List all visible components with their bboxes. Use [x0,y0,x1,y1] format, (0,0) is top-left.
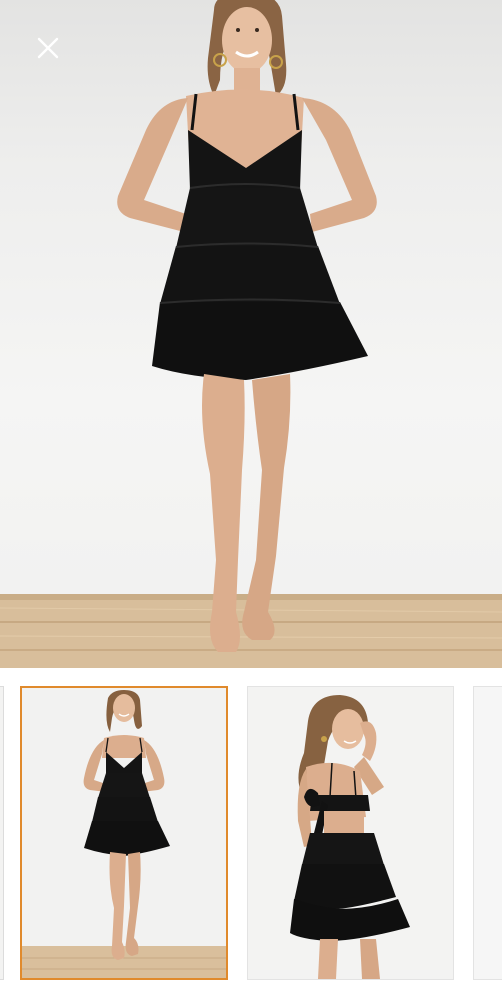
thumbnail-strip[interactable] [0,686,502,982]
main-product-image[interactable] [0,0,502,668]
product-image-viewer [0,0,502,1000]
thumbnail-next[interactable] [473,686,502,980]
thumbnail-previous[interactable] [0,686,4,980]
close-icon [37,37,59,59]
thumbnail-back[interactable] [247,686,454,980]
thumbnail-front-selected[interactable] [20,686,228,980]
close-button[interactable] [30,30,66,66]
